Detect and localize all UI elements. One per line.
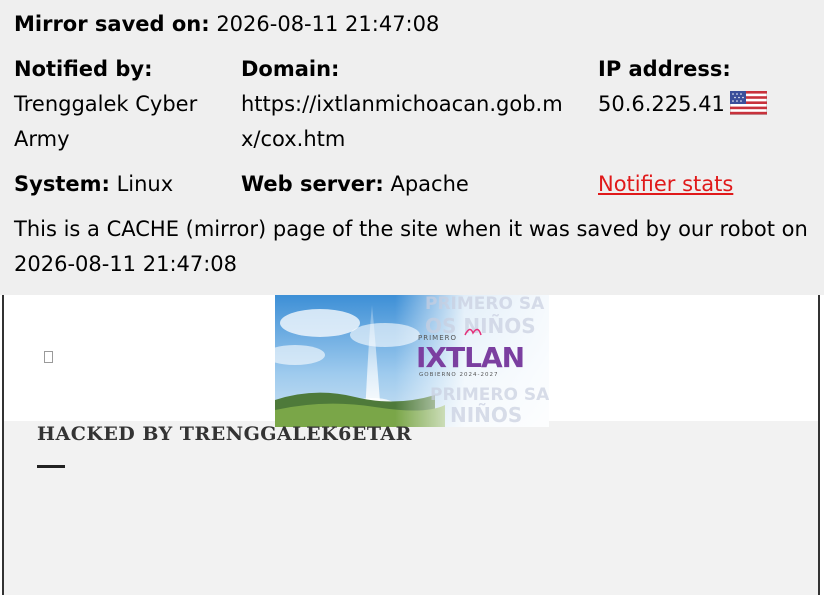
- saved-on-label: Mirror saved on:: [14, 12, 210, 36]
- system-line: System: Linux: [14, 167, 173, 202]
- banner-bg-text-4: NIÑOS: [450, 403, 522, 427]
- banner-subtitle: GOBIERNO 2024-2027: [419, 372, 498, 378]
- mirror-info-header: Mirror saved on: 2026-08-11 21:47:08 Not…: [0, 0, 824, 295]
- ixtlan-banner-image: PRIMERO SA OS NIÑOS PRIMERO SALU NIÑOS P…: [275, 295, 549, 427]
- cache-notice: This is a CACHE (mirror) page of the sit…: [14, 217, 808, 276]
- saved-on-line: Mirror saved on: 2026-08-11 21:47:08: [14, 7, 439, 42]
- webserver-label: Web server:: [241, 172, 384, 196]
- ixtlan-logo-text: IXTLAN: [416, 341, 524, 374]
- menu-icon[interactable]: [44, 351, 53, 363]
- mirrored-page: PRIMERO SA OS NIÑOS PRIMERO SALU NIÑOS P…: [2, 295, 820, 595]
- notifier-stats-link[interactable]: Notifier stats: [598, 172, 733, 196]
- hacked-title: HACKED BY TRENGGALEK6ETAR: [37, 423, 412, 445]
- banner-bg-text-1: PRIMERO SA: [425, 295, 545, 314]
- notified-by-value: Trenggalek Cyber Army: [14, 92, 198, 151]
- saved-on-value: 2026-08-11 21:47:08: [216, 12, 440, 36]
- ip-address-label: IP address:: [598, 57, 731, 81]
- title-underline: [37, 465, 65, 468]
- webserver-line: Web server: Apache: [241, 167, 469, 202]
- ip-address-line: 50.6.225.41: [598, 87, 818, 122]
- system-value: Linux: [116, 172, 174, 196]
- notifier-stats-cell: Notifier stats: [598, 167, 733, 202]
- system-label: System:: [14, 172, 110, 196]
- banner-bg-text-3: PRIMERO SALU: [430, 385, 549, 405]
- webserver-value: Apache: [390, 172, 469, 196]
- ip-address-value: 50.6.225.41: [598, 92, 725, 116]
- notified-by-label: Notified by:: [14, 57, 153, 81]
- us-flag-icon: [729, 91, 767, 115]
- domain-value: https://ixtlanmichoacan.gob.mx/cox.htm: [241, 92, 563, 151]
- domain-label: Domain:: [241, 57, 340, 81]
- notified-by-block: Notified by: Trenggalek Cyber Army: [14, 52, 229, 157]
- domain-block: Domain: https://ixtlanmichoacan.gob.mx/c…: [241, 52, 581, 157]
- ip-block: IP address: 50.6.225.41: [598, 52, 818, 122]
